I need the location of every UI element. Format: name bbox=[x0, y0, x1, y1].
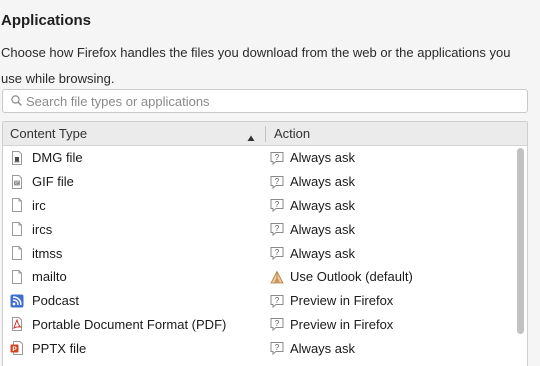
table-row[interactable]: ircs ? Always ask bbox=[3, 217, 527, 241]
action-label: Always ask bbox=[290, 245, 356, 261]
table-row[interactable]: mailto Use Outlook (default) bbox=[3, 265, 527, 289]
svg-text:P: P bbox=[12, 346, 17, 353]
section-heading: Applications bbox=[1, 12, 92, 29]
content-type-label: DMG file bbox=[32, 150, 83, 166]
table-row[interactable]: itmss ? Always ask bbox=[3, 241, 527, 265]
content-type-label: Podcast bbox=[32, 293, 79, 309]
sort-ascending-icon bbox=[247, 130, 255, 141]
ask-icon: ? bbox=[269, 221, 285, 237]
action-label: Always ask bbox=[290, 221, 356, 237]
action-cell[interactable]: ? Always ask bbox=[266, 150, 355, 166]
action-label: Always ask bbox=[290, 197, 356, 213]
content-type-label: Portable Document Format (PDF) bbox=[32, 316, 227, 332]
action-label: Always ask bbox=[290, 150, 356, 166]
vertical-scrollbar[interactable] bbox=[517, 148, 524, 334]
content-type-label: ircs bbox=[32, 221, 53, 237]
table-row[interactable]: P PPTX file ? Always ask bbox=[3, 336, 527, 360]
dmg-file-icon bbox=[9, 150, 25, 166]
action-cell[interactable]: ? Preview in Firefox bbox=[266, 316, 393, 332]
action-label: Use Outlook (default) bbox=[290, 269, 413, 285]
search-icon bbox=[8, 92, 26, 110]
generic-file-icon bbox=[9, 221, 25, 237]
action-cell[interactable]: Use Outlook (default) bbox=[266, 269, 413, 285]
table-row[interactable]: DMG file ? Always ask bbox=[3, 146, 527, 170]
ask-icon: ? bbox=[269, 340, 285, 356]
svg-text:?: ? bbox=[275, 200, 280, 209]
action-label: Always ask bbox=[290, 174, 356, 190]
content-type-cell: DMG file bbox=[3, 150, 266, 166]
action-label: Preview in Firefox bbox=[290, 316, 394, 332]
generic-file-icon bbox=[9, 269, 25, 285]
table-row[interactable]: Portable Document Format (PDF) ? Preview… bbox=[3, 313, 527, 337]
ask-icon: ? bbox=[269, 174, 285, 190]
action-label: Always ask bbox=[290, 340, 356, 356]
svg-text:?: ? bbox=[275, 248, 280, 257]
column-header-content-type[interactable]: Content Type bbox=[3, 122, 265, 145]
table-row[interactable]: GIF GIF file ? Always ask bbox=[3, 170, 527, 194]
ask-icon: ? bbox=[269, 293, 285, 309]
ask-icon: ? bbox=[269, 316, 285, 332]
content-type-cell: P PPTX file bbox=[3, 340, 266, 356]
generic-file-icon bbox=[9, 197, 25, 213]
table-header: Content Type Action bbox=[3, 122, 527, 146]
search-input[interactable] bbox=[26, 93, 506, 109]
content-type-label: GIF file bbox=[32, 174, 74, 190]
action-cell[interactable]: ? Always ask bbox=[266, 221, 355, 237]
search-box[interactable] bbox=[2, 89, 528, 113]
pptx-file-icon: P bbox=[9, 340, 25, 356]
content-type-cell: GIF GIF file bbox=[3, 174, 266, 190]
outlook-icon bbox=[269, 269, 285, 285]
svg-text:?: ? bbox=[275, 319, 280, 328]
action-label: Preview in Firefox bbox=[290, 293, 394, 309]
applications-table: Content Type Action DMG file ? Always as… bbox=[2, 121, 528, 366]
section-description: Choose how Firefox handles the files you… bbox=[1, 45, 511, 86]
column-header-action-label: Action bbox=[274, 126, 311, 141]
column-header-content-type-label: Content Type bbox=[10, 126, 88, 141]
table-body: DMG file ? Always ask GIF GIF file ? Alw… bbox=[3, 146, 527, 360]
svg-text:?: ? bbox=[275, 153, 280, 162]
action-cell[interactable]: ? Always ask bbox=[266, 340, 355, 356]
svg-text:?: ? bbox=[275, 224, 280, 233]
rss-feed-icon bbox=[9, 293, 25, 309]
content-type-label: itmss bbox=[32, 245, 63, 261]
action-cell[interactable]: ? Always ask bbox=[266, 245, 355, 261]
content-type-cell: mailto bbox=[3, 269, 266, 285]
content-type-label: mailto bbox=[32, 269, 67, 285]
table-row[interactable]: Podcast ? Preview in Firefox bbox=[3, 289, 527, 313]
generic-file-icon bbox=[9, 245, 25, 261]
column-header-action[interactable]: Action bbox=[266, 122, 310, 145]
ask-icon: ? bbox=[269, 150, 285, 166]
content-type-label: irc bbox=[32, 197, 46, 213]
content-type-cell: Portable Document Format (PDF) bbox=[3, 316, 266, 332]
content-type-label: PPTX file bbox=[32, 340, 87, 356]
content-type-cell: ircs bbox=[3, 221, 266, 237]
svg-text:?: ? bbox=[275, 343, 280, 352]
content-type-cell: itmss bbox=[3, 245, 266, 261]
svg-text:?: ? bbox=[275, 177, 280, 186]
action-cell[interactable]: ? Preview in Firefox bbox=[266, 293, 393, 309]
pdf-file-icon bbox=[9, 316, 25, 332]
ask-icon: ? bbox=[269, 245, 285, 261]
svg-text:?: ? bbox=[275, 296, 280, 305]
content-type-cell: irc bbox=[3, 197, 266, 213]
table-row[interactable]: irc ? Always ask bbox=[3, 194, 527, 218]
action-cell[interactable]: ? Always ask bbox=[266, 174, 355, 190]
ask-icon: ? bbox=[269, 197, 285, 213]
action-cell[interactable]: ? Always ask bbox=[266, 197, 355, 213]
gif-file-icon: GIF bbox=[9, 174, 25, 190]
svg-text:GIF: GIF bbox=[15, 181, 20, 185]
content-type-cell: Podcast bbox=[3, 293, 266, 309]
